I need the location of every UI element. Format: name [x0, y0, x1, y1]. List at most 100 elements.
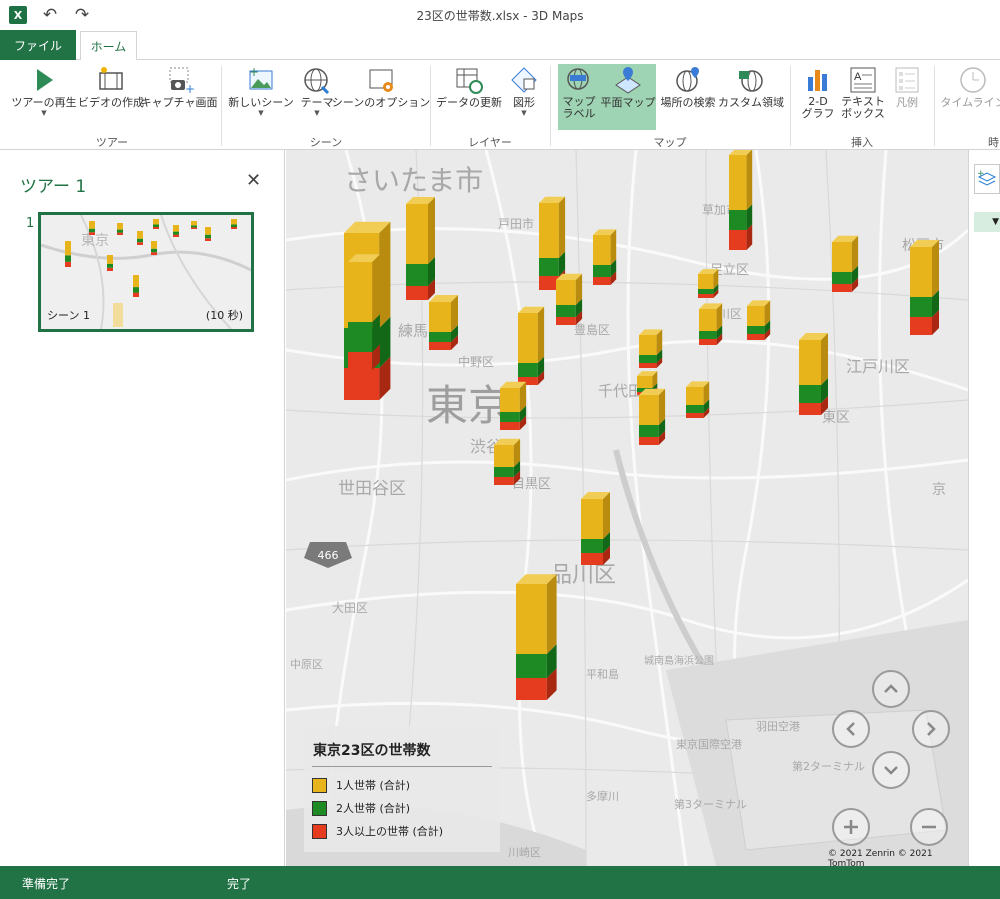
pan-right-button[interactable] [912, 710, 950, 748]
map-column-segment [639, 425, 659, 437]
map-column-segment [639, 437, 659, 445]
map-labels-button[interactable]: マップ ラベル [558, 64, 600, 130]
group-label-insert: 挿入 [851, 136, 873, 149]
window-title: 23区の世帯数.xlsx - 3D Maps [416, 9, 584, 23]
map-column-side [558, 196, 566, 258]
thumbnail-column-segment [133, 292, 139, 297]
2d-chart-button[interactable]: 2-D グラフ [798, 64, 838, 130]
thumbnail-column-segment [191, 221, 197, 226]
refresh-data-icon [452, 64, 486, 96]
layer-dropdown[interactable]: ▼ [974, 212, 1000, 232]
thumbnail-column-segment [65, 241, 71, 256]
legend-button[interactable]: 凡例 [888, 64, 926, 130]
create-video-button[interactable]: ビデオの作成 [78, 64, 144, 130]
minus-icon [922, 825, 936, 829]
map-column-segment [581, 553, 603, 565]
pan-up-button[interactable] [872, 670, 910, 708]
group-label-layer: レイヤー [468, 136, 512, 149]
map-column-side [821, 333, 828, 385]
flat-map-button[interactable]: 平面マップ [600, 64, 656, 130]
pan-down-button[interactable] [872, 751, 910, 789]
map-column-segment [406, 204, 428, 264]
map-column-segment [698, 274, 714, 289]
thumbnail-column-segment [117, 223, 123, 230]
thumbnail-column-segment [107, 255, 113, 264]
thumbnail-column-segment [151, 248, 157, 253]
legend-item: 1人世帯 (合計) [312, 776, 410, 794]
thumbnail-column-segment [89, 232, 95, 235]
zoom-out-button[interactable] [910, 808, 948, 846]
bar-chart-icon [801, 64, 835, 96]
map-column-side [428, 197, 435, 264]
new-scene-button[interactable]: + 新しいシーン ▼ [228, 64, 294, 130]
thumbnail-column-segment [133, 275, 139, 288]
zoom-in-button[interactable] [832, 808, 870, 846]
dropdown-caret-icon: ▼ [258, 109, 264, 117]
legend-swatch [312, 777, 327, 793]
status-bar: 準備完了 完了 [0, 866, 1000, 899]
timeline-button[interactable]: タイムライン [940, 64, 1000, 130]
tab-home[interactable]: ホーム [80, 31, 137, 61]
map-column-segment [799, 403, 821, 415]
thumbnail-column-segment [205, 227, 211, 235]
custom-regions-button[interactable]: カスタム領域 [718, 64, 784, 130]
find-location-button[interactable]: 場所の検索 [658, 64, 718, 130]
layer-pane-button[interactable]: + [974, 164, 1000, 194]
thumbnail-column-segment [191, 225, 197, 228]
map-column-segment [581, 499, 603, 539]
play-tour-button[interactable]: ツアーの再生 ▼ [10, 64, 78, 130]
map-column-side [851, 235, 859, 272]
thumbnail-column-segment [89, 228, 95, 233]
legend-swatch [312, 823, 327, 839]
map-column-segment [910, 297, 932, 317]
dropdown-caret-icon: ▼ [992, 217, 999, 227]
tab-file[interactable]: ファイル [0, 30, 76, 60]
pan-left-button[interactable] [832, 710, 870, 748]
map-label: さいたま市 [344, 164, 483, 197]
map-column-segment [516, 584, 547, 654]
map-copyright: © 2021 Zenrin © 2021 TomTom [828, 849, 933, 866]
map-label: 中野区 [458, 354, 494, 369]
map-column-side [379, 221, 391, 328]
layer-pane-strip: + ▼ [968, 150, 1000, 866]
map-label: 江戸川区 [846, 357, 910, 376]
map-column-segment [348, 352, 373, 370]
scene-options-button[interactable]: シーンのオプション [332, 64, 430, 130]
map-label: 大田区 [332, 601, 368, 615]
map-column-segment [799, 385, 821, 403]
thumbnail-column-segment [107, 263, 113, 268]
group-label-map: マップ [653, 136, 687, 149]
thumbnail-column-segment [173, 234, 179, 237]
map-column-side [603, 492, 610, 539]
scene-label: シーン 1 [47, 309, 90, 322]
map-column-segment [593, 235, 611, 265]
capture-screen-button[interactable]: + キャプチャ画面 [141, 64, 217, 130]
status-ready: 準備完了 [22, 877, 71, 891]
svg-text:+: + [977, 169, 985, 179]
map-legend[interactable]: 東京23区の世帯数 1人世帯 (合計) 2人世帯 (合計) 3人以上の世帯 (合… [304, 726, 500, 852]
legend-swatch [312, 800, 327, 816]
text-box-button[interactable]: A テキスト ボックス [840, 64, 886, 130]
map-label: 城南島海浜公園 [644, 654, 714, 667]
thumbnail-column-segment [137, 242, 143, 245]
thumbnail-column-segment [153, 224, 159, 227]
status-complete: 完了 [227, 877, 252, 891]
shapes-button[interactable]: 図形 ▼ [504, 64, 544, 130]
map-column-segment [729, 230, 747, 250]
map-label: 豊島区 [574, 322, 610, 337]
scene-thumbnail[interactable]: 東京 シーン 1 (10 秒) [38, 212, 254, 332]
thumbnail-column-segment [191, 227, 197, 229]
map-label: 第2ターミナル [792, 759, 865, 773]
refresh-data-button[interactable]: データの更新 [436, 64, 502, 130]
dropdown-caret-icon: ▼ [41, 109, 47, 117]
tour-panel: ツアー 1 ✕ 1 東京 シーン 1 (10 秒) [0, 150, 285, 866]
map-label: 羽田空港 [756, 719, 800, 733]
title-bar: X ↶ ↷ 23区の世帯数.xlsx - 3D Maps [0, 0, 1000, 30]
map-label: 多摩川 [586, 789, 619, 803]
map-column-segment [639, 335, 657, 355]
close-icon[interactable]: ✕ [246, 170, 261, 191]
thumbnail-column-segment [173, 231, 179, 235]
dropdown-caret-icon: ▼ [314, 109, 320, 117]
chevron-left-icon [846, 722, 855, 736]
group-label-scene: シーン [309, 136, 343, 149]
